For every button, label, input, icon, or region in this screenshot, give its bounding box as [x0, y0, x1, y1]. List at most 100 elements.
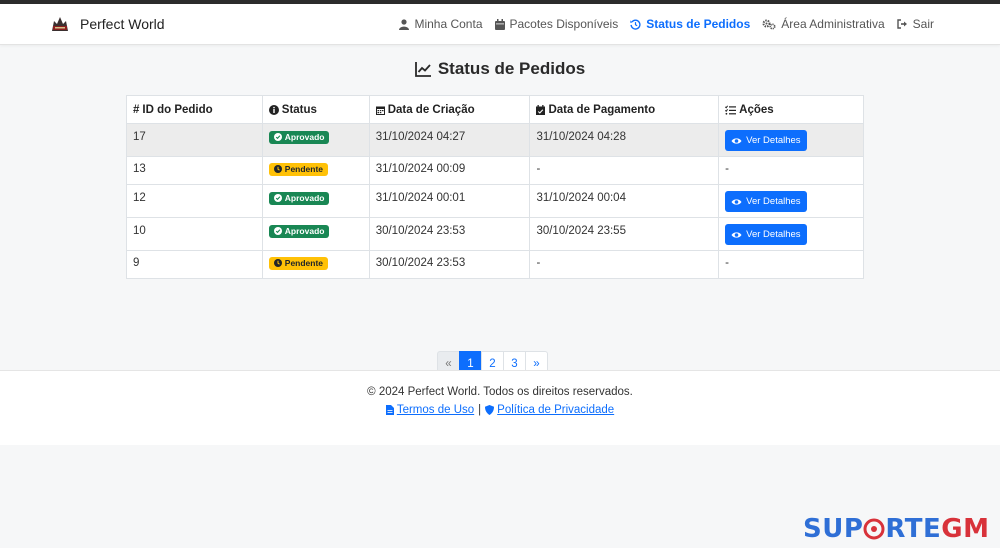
status-badge-label: Aprovado — [284, 193, 325, 203]
watermark-logo: SUP RTE GM — [803, 514, 989, 544]
status-badge-label: Aprovado — [284, 132, 325, 142]
history-icon — [630, 19, 641, 30]
navbar: Perfect World Minha Conta Pacotes Dispon… — [0, 4, 1000, 45]
view-details-button[interactable]: Ver Detalhes — [725, 130, 807, 151]
terms-link[interactable]: Termos de Uso — [385, 404, 474, 416]
info-circle-icon — [268, 104, 279, 115]
cell-created: 31/10/2024 04:27 — [368, 123, 531, 157]
check-circle-icon — [273, 227, 282, 236]
footer: © 2024 Perfect World. Todos os direitos … — [0, 370, 1000, 445]
target-icon — [863, 518, 885, 540]
cell-paid: - — [529, 156, 720, 185]
watermark-text-3: GM — [941, 514, 990, 544]
cell-status: Pendente — [261, 250, 370, 279]
view-details-label: Ver Detalhes — [746, 196, 801, 207]
chart-line-icon — [414, 61, 431, 77]
cell-status: Aprovado — [261, 217, 370, 251]
header-created-label: Data de Criação — [387, 103, 475, 116]
watermark-text-2: RTE — [885, 514, 942, 544]
privacy-link[interactable]: Política de Privacidade — [485, 404, 614, 416]
hash-icon: # — [133, 103, 140, 116]
nav-item-label: Sair — [912, 17, 934, 31]
status-badge-label: Pendente — [284, 164, 324, 174]
cell-id: 17 — [126, 123, 263, 157]
cell-created: 30/10/2024 23:53 — [368, 250, 531, 279]
header-status: Status — [261, 95, 370, 124]
nav-item-minha-conta[interactable]: Minha Conta — [399, 17, 483, 31]
shield-icon — [485, 405, 495, 415]
calendar-icon — [494, 18, 505, 30]
cell-created: 30/10/2024 23:53 — [368, 217, 531, 251]
orders-table: # ID do Pedido Status Data de Criação Dat… — [126, 95, 864, 279]
nav-item-pacotes[interactable]: Pacotes Disponíveis — [494, 17, 619, 31]
header-paid-label: Data de Pagamento — [548, 103, 656, 116]
cell-status: Aprovado — [261, 184, 370, 218]
cell-id: 9 — [126, 250, 263, 279]
cell-paid: 31/10/2024 00:04 — [529, 184, 720, 218]
header-id-label: ID do Pedido — [142, 103, 213, 116]
nav-item-label: Minha Conta — [414, 17, 483, 31]
status-badge-label: Aprovado — [284, 226, 325, 236]
cell-paid: 30/10/2024 23:55 — [529, 217, 720, 251]
header-id: # ID do Pedido — [126, 95, 263, 124]
status-badge: Aprovado — [268, 225, 330, 238]
eye-icon — [731, 137, 742, 144]
table-row: 9 Pendente 30/10/2024 23:53 - - — [126, 250, 864, 279]
eye-icon — [731, 231, 742, 238]
list-check-icon — [725, 105, 737, 115]
header-actions-label: Ações — [739, 103, 774, 116]
header-status-label: Status — [281, 103, 317, 116]
nav-item-status-pedidos[interactable]: Status de Pedidos — [630, 17, 750, 31]
table-row: 17 Aprovado 31/10/2024 04:27 31/10/2024 … — [126, 123, 864, 157]
cell-actions: - — [718, 250, 864, 279]
cell-id: 13 — [126, 156, 263, 185]
calendar-icon — [375, 106, 385, 115]
view-details-label: Ver Detalhes — [746, 135, 801, 146]
file-icon — [385, 405, 394, 415]
view-details-button[interactable]: Ver Detalhes — [725, 191, 807, 212]
nav-item-area-administrativa[interactable]: Área Administrativa — [762, 17, 885, 31]
status-badge-label: Pendente — [284, 258, 324, 268]
status-badge: Aprovado — [268, 192, 330, 205]
view-details-button[interactable]: Ver Detalhes — [725, 224, 807, 245]
footer-separator: | — [478, 404, 482, 416]
table-header-row: # ID do Pedido Status Data de Criação Dat… — [126, 95, 864, 124]
cell-status: Aprovado — [261, 123, 370, 157]
page-title-text: Status de Pedidos — [437, 59, 586, 78]
nav-item-label: Pacotes Disponíveis — [509, 17, 619, 31]
nav-links: Minha Conta Pacotes Disponíveis Status d… — [399, 17, 934, 31]
calendar-check-icon — [536, 104, 546, 115]
table-row: 12 Aprovado 31/10/2024 00:01 31/10/2024 … — [126, 184, 864, 218]
cell-actions: Ver Detalhes — [718, 123, 864, 157]
view-details-label: Ver Detalhes — [746, 229, 801, 240]
cell-paid: 31/10/2024 04:28 — [529, 123, 720, 157]
cell-status: Pendente — [261, 156, 370, 185]
cell-created: 31/10/2024 00:01 — [368, 184, 531, 218]
cell-id: 10 — [126, 217, 263, 251]
cell-actions: Ver Detalhes — [718, 184, 864, 218]
clock-icon — [273, 259, 282, 268]
status-badge: Pendente — [268, 257, 329, 270]
table-row: 13 Pendente 31/10/2024 00:09 - - — [126, 156, 864, 185]
nav-item-sair[interactable]: Sair — [896, 17, 934, 31]
brand[interactable]: Perfect World — [50, 14, 165, 34]
page-title: Status de Pedidos — [0, 59, 1000, 79]
header-actions: Ações — [718, 95, 864, 124]
clock-icon — [273, 165, 282, 174]
cell-actions: Ver Detalhes — [718, 217, 864, 251]
check-circle-icon — [273, 133, 282, 142]
watermark-text-1: SUP — [803, 514, 864, 544]
brand-logo-icon — [50, 14, 70, 34]
brand-name: Perfect World — [80, 16, 165, 32]
gears-icon — [762, 19, 776, 30]
main-content: Status de Pedidos # ID do Pedido Status D… — [0, 45, 1000, 377]
status-badge: Pendente — [268, 163, 329, 176]
cell-actions: - — [718, 156, 864, 185]
nav-item-label: Área Administrativa — [781, 17, 885, 31]
nav-item-label: Status de Pedidos — [646, 17, 751, 31]
copyright: © 2024 Perfect World. Todos os direitos … — [367, 386, 633, 398]
cell-id: 12 — [126, 184, 263, 218]
privacy-link-label: Política de Privacidade — [497, 404, 615, 416]
eye-icon — [731, 198, 742, 205]
header-created: Data de Criação — [368, 95, 531, 124]
